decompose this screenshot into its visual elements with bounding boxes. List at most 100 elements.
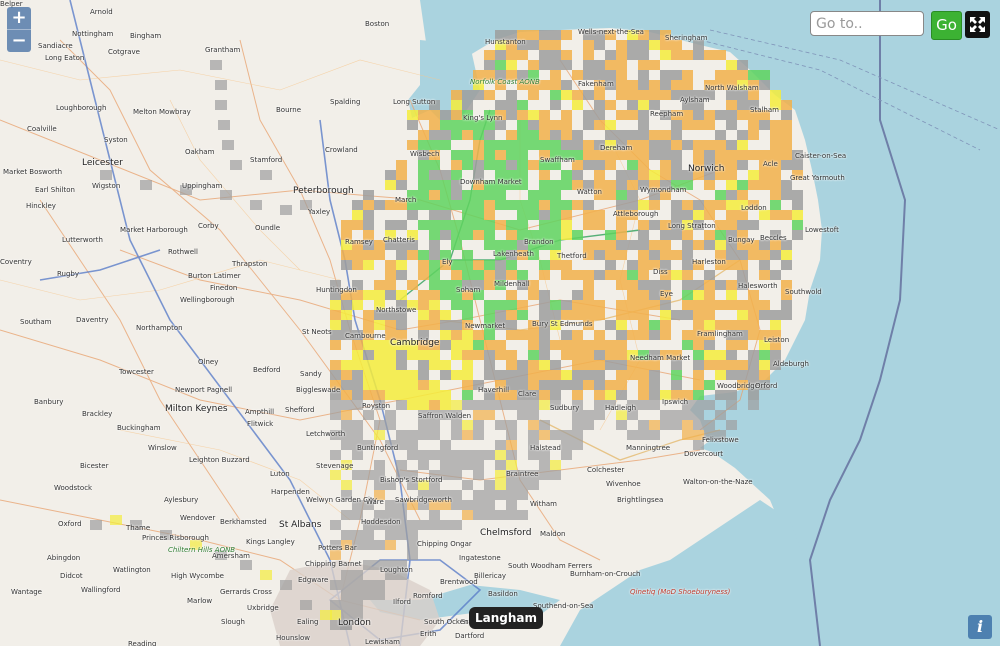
coverage-tile — [627, 310, 638, 320]
coverage-tile — [517, 100, 528, 110]
coverage-tile — [682, 100, 693, 110]
coverage-tile — [726, 300, 737, 310]
coverage-tile — [550, 430, 561, 440]
coverage-tile — [759, 240, 770, 250]
coverage-tile — [517, 390, 528, 400]
coverage-tile — [440, 180, 451, 190]
coverage-tile — [462, 350, 473, 360]
coverage-tile — [682, 330, 693, 340]
coverage-tile — [396, 170, 407, 180]
coverage-tile — [770, 190, 781, 200]
coverage-tile — [671, 310, 682, 320]
coverage-tile — [506, 250, 517, 260]
coverage-tile — [341, 390, 352, 400]
coverage-tile — [638, 110, 649, 120]
coverage-tile — [770, 200, 781, 210]
coverage-tile — [300, 600, 312, 610]
coverage-tile — [517, 160, 528, 170]
coverage-tile — [429, 170, 440, 180]
coverage-tile — [638, 130, 649, 140]
coverage-tile — [462, 330, 473, 340]
coverage-tile — [660, 320, 671, 330]
zoom-in-button[interactable]: + — [7, 7, 31, 29]
coverage-tile — [561, 270, 572, 280]
coverage-tile — [704, 160, 715, 170]
coverage-tile — [770, 100, 781, 110]
coverage-tile — [330, 360, 341, 370]
coverage-tile — [374, 540, 385, 550]
coverage-tile — [682, 120, 693, 130]
coverage-tile — [748, 300, 759, 310]
coverage-tile — [748, 360, 759, 370]
fullscreen-button[interactable] — [965, 11, 990, 38]
coverage-tile — [528, 250, 539, 260]
go-button[interactable]: Go — [931, 11, 962, 40]
coverage-tile — [671, 90, 682, 100]
coverage-tile — [583, 290, 594, 300]
coverage-tile — [561, 80, 572, 90]
coverage-tile — [495, 390, 506, 400]
coverage-tile — [506, 320, 517, 330]
coverage-tile — [660, 330, 671, 340]
coverage-tile — [473, 220, 484, 230]
coverage-tile — [451, 160, 462, 170]
coverage-tile — [418, 460, 429, 470]
coverage-tile — [260, 570, 272, 580]
coverage-tile — [550, 180, 561, 190]
coverage-tile — [462, 260, 473, 270]
coverage-tile — [462, 360, 473, 370]
coverage-tile — [374, 430, 385, 440]
coverage-tile — [462, 290, 473, 300]
coverage-tile — [539, 50, 550, 60]
coverage-tile — [638, 310, 649, 320]
coverage-tile — [660, 40, 671, 50]
info-button[interactable]: i — [968, 615, 992, 639]
coverage-tile — [627, 260, 638, 270]
coverage-tile — [737, 300, 748, 310]
coverage-tile — [396, 340, 407, 350]
coverage-tile — [407, 550, 418, 560]
coverage-tile — [737, 130, 748, 140]
coverage-tile — [572, 310, 583, 320]
coverage-tile — [506, 270, 517, 280]
coverage-tile — [693, 430, 704, 440]
coverage-tile — [638, 390, 649, 400]
coverage-tile — [451, 170, 462, 180]
coverage-tile — [330, 330, 341, 340]
coverage-tile — [781, 120, 792, 130]
coverage-tile — [759, 120, 770, 130]
coverage-tile — [583, 370, 594, 380]
coverage-tile — [726, 350, 737, 360]
coverage-tile — [352, 610, 363, 620]
map-canvas[interactable]: Nottingham Arnold Bingham Grantham Boston Hun… — [0, 0, 1000, 646]
coverage-tile — [682, 420, 693, 430]
coverage-tile — [583, 250, 594, 260]
coverage-tile — [418, 450, 429, 460]
coverage-tile — [638, 270, 649, 280]
coverage-tile — [682, 340, 693, 350]
coverage-tile — [649, 390, 660, 400]
coverage-tile — [594, 180, 605, 190]
coverage-tile — [495, 40, 506, 50]
coverage-tile — [363, 230, 374, 240]
coverage-tile — [385, 530, 396, 540]
zoom-out-button[interactable]: − — [7, 29, 31, 52]
coverage-tile — [748, 250, 759, 260]
coverage-tile — [726, 360, 737, 370]
coverage-tile — [649, 40, 660, 50]
coverage-tile — [484, 130, 495, 140]
coverage-tile — [396, 500, 407, 510]
coverage-tile — [561, 200, 572, 210]
coverage-tile — [385, 230, 396, 240]
coverage-tile — [363, 530, 374, 540]
coverage-tile — [220, 190, 232, 200]
coverage-tile — [550, 310, 561, 320]
coverage-tile — [715, 280, 726, 290]
coverage-tile — [506, 440, 517, 450]
coverage-tile — [363, 410, 374, 420]
coverage-tile — [682, 70, 693, 80]
coverage-tile — [572, 200, 583, 210]
coverage-tile — [572, 140, 583, 150]
goto-input[interactable] — [810, 11, 924, 36]
coverage-tile — [506, 30, 517, 40]
